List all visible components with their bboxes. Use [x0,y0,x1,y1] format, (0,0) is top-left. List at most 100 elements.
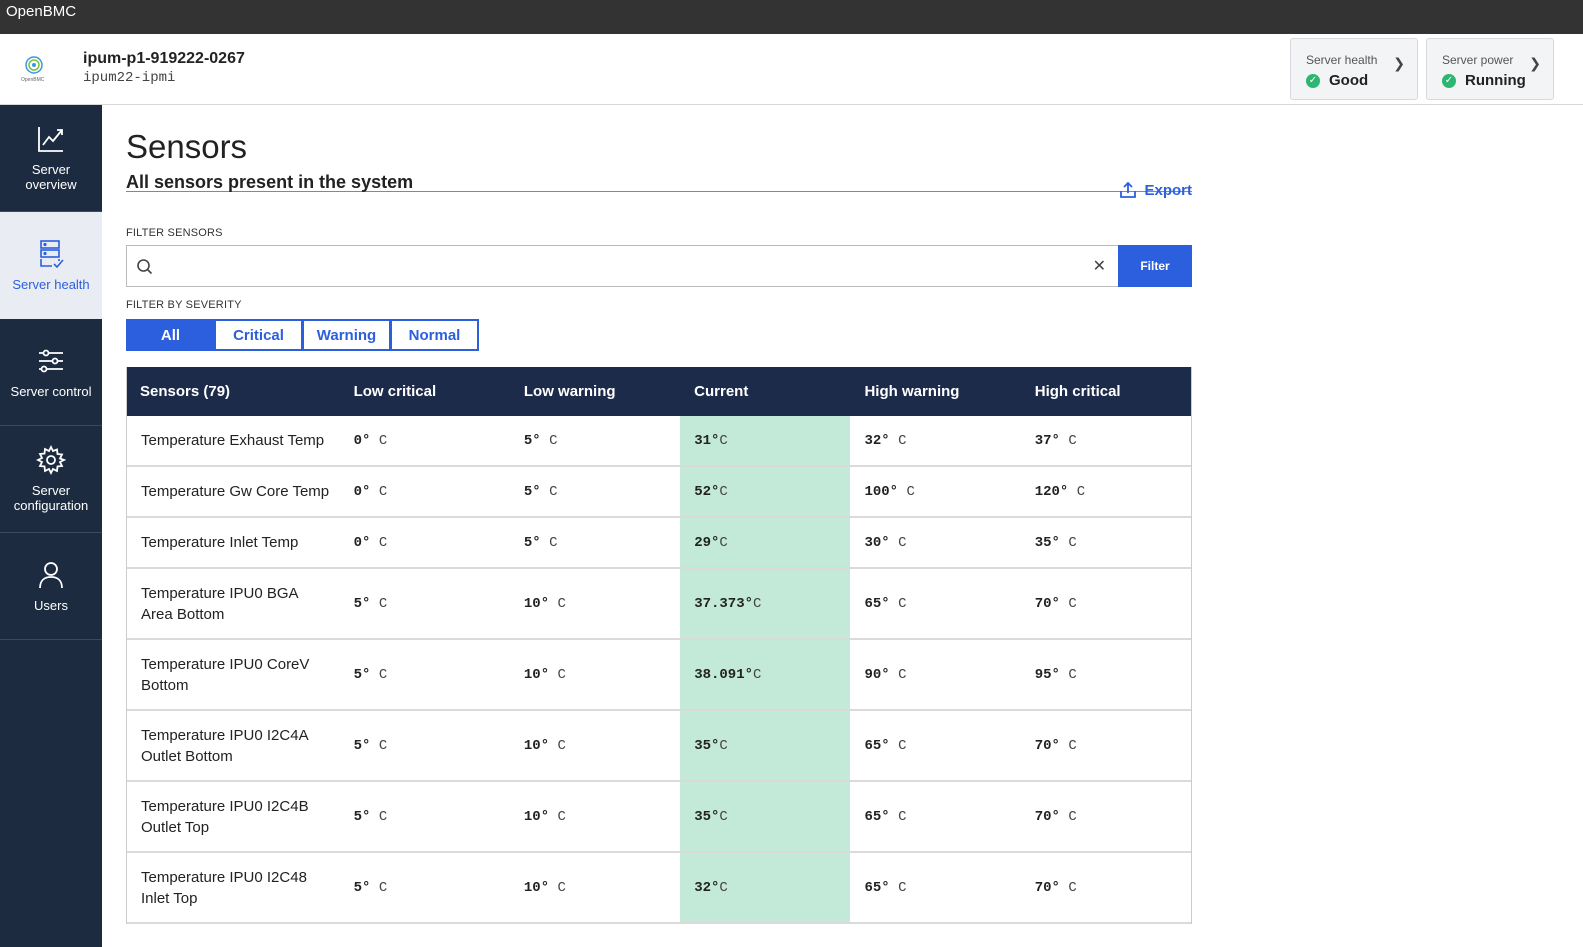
column-header-low-critical[interactable]: Low critical [340,383,510,400]
high-critical-value: 95° C [1034,666,1077,683]
sidebar-item-server-control[interactable]: Server control [0,319,102,426]
sidebar-item-users[interactable]: Users [0,533,102,640]
server-health-card[interactable]: Server health ❯ ✓ Good [1290,38,1418,100]
sidebar-item-server-overview[interactable]: Server overview [0,105,102,212]
unit-label: C [898,879,907,896]
server-power-value: Running [1465,72,1526,89]
column-header-high-critical[interactable]: High critical [1021,383,1191,400]
sliders-icon [39,349,63,372]
current-value: 29° C [680,518,851,567]
low-warning-value: 5° C [523,432,558,449]
unit-label: C [549,483,558,500]
unit-label: C [719,432,728,449]
search-input[interactable] [127,246,1118,286]
user-icon [39,561,63,588]
low-critical-value: 0° C [353,534,388,551]
unit-label: C [1068,534,1077,551]
table-row: Temperature IPU0 BGA Area Bottom 5° C 10° … [127,569,1191,640]
search-icon [136,258,154,281]
unit-label: C [378,534,388,551]
high-critical-value: 120° C [1034,483,1086,500]
export-label: Export [1144,181,1192,199]
sensor-name: Temperature IPU0 I2C4A Outlet Bottom [141,726,308,765]
check-circle-icon: ✓ [1306,73,1320,88]
unit-label: C [557,595,566,612]
unit-label: C [906,483,915,500]
table-row: Temperature Inlet Temp 0° C 5° C 29° C 30° C… [127,518,1191,569]
sensor-name: Temperature IPU0 BGA Area Bottom [141,584,298,623]
unit-label: C [898,534,907,551]
sidebar-item-label: Server overview [25,162,77,192]
server-health-label: Server health [1306,53,1378,67]
chevron-right-icon: ❯ [1529,55,1541,71]
column-header-current[interactable]: Current [680,383,850,400]
filter-button[interactable]: Filter [1118,245,1192,287]
low-critical-value: 5° C [353,879,388,896]
unit-label: C [719,879,728,896]
current-value: 52° C [680,467,851,516]
severity-normal-button[interactable]: Normal [390,319,479,351]
window-title: OpenBMC [0,0,1583,34]
severity-all-button[interactable]: All [126,319,215,351]
table-header: Sensors (79) Low critical Low warning Cu… [127,367,1191,416]
unit-label: C [378,879,388,896]
unit-label: C [898,432,907,449]
unit-label: C [557,879,566,896]
export-button[interactable]: Export [1119,181,1192,199]
search-box: ✕ [126,245,1118,287]
server-health-value: Good [1329,72,1369,89]
gear-icon [36,445,66,475]
high-critical-value: 70° C [1034,879,1077,896]
server-power-card[interactable]: Server power ❯ ✓ Running [1426,38,1554,100]
unit-label: C [1068,737,1077,754]
unit-label: C [557,808,566,825]
low-critical-value: 5° C [353,737,388,754]
hostname: ipum-p1-919222-0267 [83,50,245,67]
chart-icon [38,127,63,152]
sidebar-item-server-configuration[interactable]: Server configuration [0,426,102,533]
unit-label: C [378,483,388,500]
current-value: 37.373° C [680,569,851,638]
table-row: Temperature IPU0 I2C4B Outlet Top 5° C 10°… [127,782,1191,853]
column-header-high-warning[interactable]: High warning [850,383,1020,400]
unit-label: C [753,595,762,612]
unit-label: C [1068,666,1077,683]
unit-label: C [898,666,907,683]
unit-label: C [898,595,907,612]
page-subtitle: All sensors present in the system [126,172,414,192]
unit-label: C [1076,483,1086,500]
table-row: Temperature IPU0 CoreV Bottom 5° C 10° C 38… [127,640,1191,711]
unit-label: C [898,737,907,754]
current-value: 35° C [680,711,851,780]
low-warning-value: 5° C [523,483,558,500]
unit-label: C [753,666,762,683]
low-critical-value: 5° C [353,666,388,683]
low-warning-value: 10° C [523,737,566,754]
sidebar-item-label: Users [34,597,68,613]
unit-label: C [719,483,728,500]
unit-label: C [719,534,728,551]
column-header-sensors[interactable]: Sensors (79) [127,383,340,400]
sidebar-item-label: Server control [10,383,92,399]
unit-label: C [719,808,728,825]
high-critical-value: 35° C [1034,534,1077,551]
high-warning-value: 32° C [864,432,907,449]
high-warning-value: 65° C [864,808,907,825]
server-power-label: Server power [1442,53,1514,67]
chevron-right-icon: ❯ [1393,55,1405,71]
unit-label: C [1068,432,1077,449]
sidebar-item-server-health[interactable]: Server health [0,212,102,319]
current-value: 32° C [680,853,851,922]
severity-warning-button[interactable]: Warning [302,319,391,351]
high-warning-value: 30° C [864,534,907,551]
severity-critical-button[interactable]: Critical [214,319,303,351]
check-circle-icon: ✓ [1442,73,1456,88]
unit-label: C [549,534,558,551]
high-warning-value: 65° C [864,879,907,896]
page-subtitle-row: All sensors present in the system Export [126,172,1192,199]
high-critical-value: 70° C [1034,808,1077,825]
column-header-low-warning[interactable]: Low warning [510,383,680,400]
low-critical-value: 0° C [353,483,388,500]
table-row: Temperature IPU0 I2C48 Inlet Top 5° C 10° … [127,853,1191,924]
close-icon[interactable]: ✕ [1093,256,1106,276]
